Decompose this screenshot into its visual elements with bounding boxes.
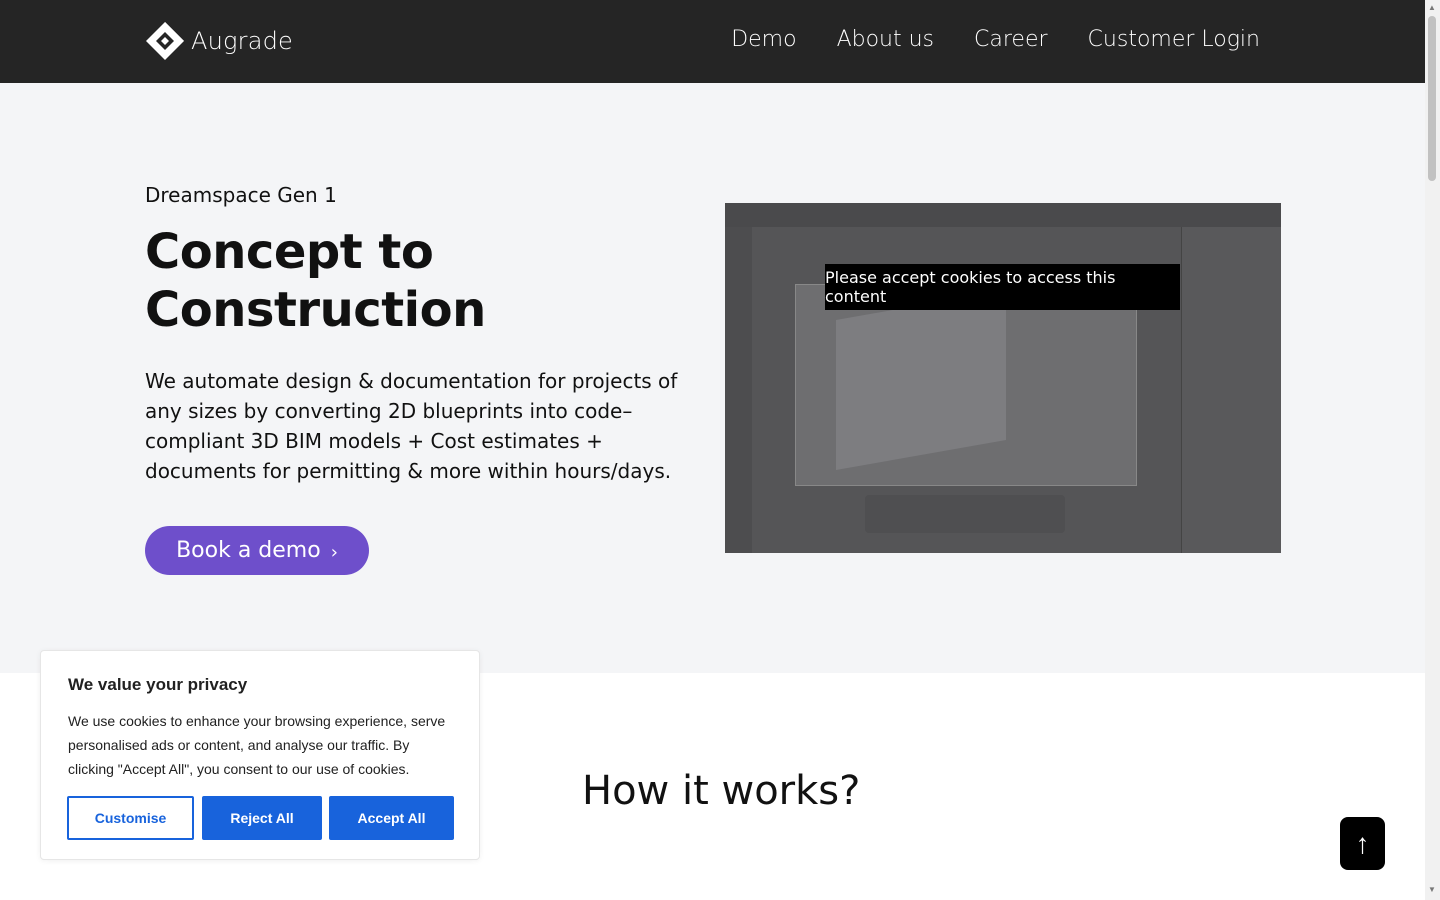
scroll-to-top-button[interactable]: ↑ [1340, 817, 1385, 870]
preview-right-panel [1181, 227, 1281, 553]
cookie-consent-banner: We value your privacy We use cookies to … [40, 650, 480, 860]
hero-eyebrow: Dreamspace Gen 1 [145, 183, 337, 207]
accept-all-button[interactable]: Accept All [329, 796, 454, 840]
book-demo-label: Book a demo [176, 538, 321, 563]
reject-all-button[interactable]: Reject All [202, 796, 322, 840]
preview-viewport [795, 284, 1137, 486]
building-model [836, 290, 1006, 470]
brand-name: Augrade [191, 27, 294, 55]
scroll-down-icon[interactable]: ▼ [1428, 885, 1436, 894]
preview-sidebar [725, 227, 752, 553]
book-demo-button[interactable]: Book a demo › [145, 526, 369, 575]
product-preview [725, 203, 1281, 553]
nav-career[interactable]: Career [974, 27, 1048, 52]
augrade-logo-icon [146, 22, 184, 60]
customise-button[interactable]: Customise [67, 796, 194, 840]
preview-prompt-box [865, 495, 1065, 533]
site-header: Augrade Demo About us Career Customer Lo… [0, 0, 1425, 83]
cookie-content-overlay: Please accept cookies to access this con… [825, 264, 1180, 310]
scroll-up-icon[interactable]: ▲ [1428, 3, 1436, 12]
how-it-works-title: How it works? [582, 768, 861, 814]
brand-logo[interactable]: Augrade [145, 21, 293, 61]
nav-customer-login[interactable]: Customer Login [1088, 27, 1260, 52]
chevron-right-icon: › [330, 542, 338, 563]
main-nav: Demo About us Career Customer Login [731, 27, 1260, 52]
cookie-body: We use cookies to enhance your browsing … [68, 713, 446, 777]
preview-toolbar [725, 203, 1281, 227]
nav-about-us[interactable]: About us [837, 27, 934, 52]
scrollbar-thumb[interactable] [1428, 16, 1436, 181]
arrow-up-icon: ↑ [1355, 827, 1370, 859]
hero-section: Dreamspace Gen 1 Concept to Construction… [0, 83, 1425, 673]
hero-description: We automate design & documentation for p… [145, 369, 678, 483]
nav-demo[interactable]: Demo [731, 27, 796, 52]
cookie-title: We value your privacy [68, 675, 248, 694]
hero-headline: Concept to Construction [145, 224, 486, 338]
